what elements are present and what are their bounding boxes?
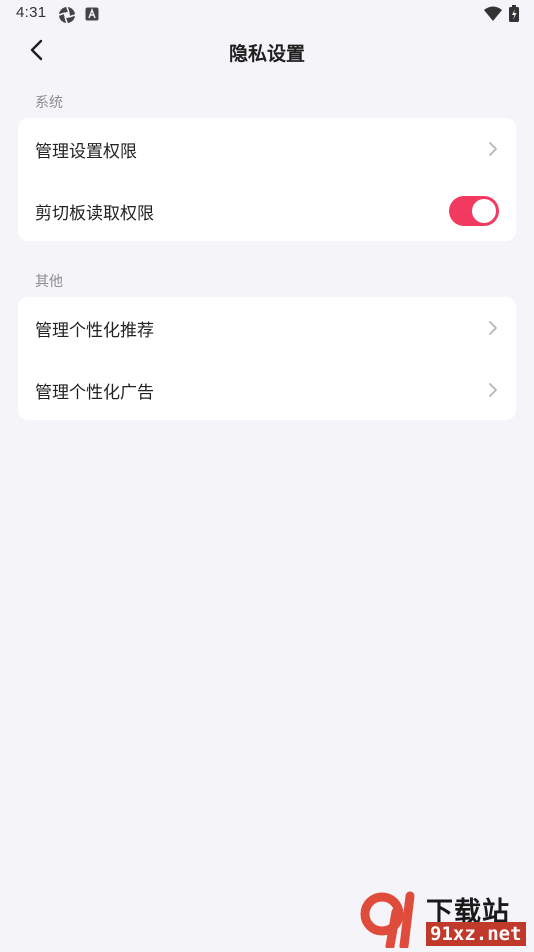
status-bar: 4:31 bbox=[0, 0, 534, 28]
aperture-icon bbox=[58, 6, 76, 28]
header: 隐私设置 bbox=[0, 30, 534, 74]
row-manage-personalized-recommendation[interactable]: 管理个性化推荐 bbox=[18, 297, 516, 359]
row-label: 剪切板读取权限 bbox=[35, 203, 154, 224]
wifi-icon bbox=[484, 6, 502, 25]
status-time: 4:31 bbox=[16, 4, 47, 21]
row-label: 管理设置权限 bbox=[35, 141, 137, 162]
watermark-bottom-text: 91xz.net bbox=[426, 922, 526, 946]
settings-card-system: 管理设置权限 剪切板读取权限 bbox=[18, 118, 516, 241]
row-clipboard-read-permission: 剪切板读取权限 bbox=[18, 180, 516, 242]
watermark-logo-icon bbox=[360, 890, 424, 952]
row-manage-personalized-ads[interactable]: 管理个性化广告 bbox=[18, 359, 516, 421]
section-label-system: 系统 bbox=[35, 95, 63, 111]
row-label: 管理个性化推荐 bbox=[35, 320, 154, 341]
chevron-right-icon bbox=[488, 382, 498, 398]
chevron-right-icon bbox=[488, 320, 498, 336]
battery-charging-icon bbox=[509, 5, 519, 26]
page-title: 隐私设置 bbox=[228, 43, 305, 65]
row-manage-settings-permission[interactable]: 管理设置权限 bbox=[18, 118, 516, 180]
watermark: 下载站 91xz.net bbox=[360, 890, 530, 951]
row-label: 管理个性化广告 bbox=[35, 382, 154, 403]
a-badge-icon bbox=[85, 6, 99, 25]
toggle-knob bbox=[472, 199, 496, 223]
settings-card-other: 管理个性化推荐 管理个性化广告 bbox=[18, 297, 516, 420]
section-label-other: 其他 bbox=[35, 274, 63, 290]
chevron-right-icon bbox=[488, 141, 498, 157]
clipboard-permission-toggle[interactable] bbox=[449, 196, 499, 226]
